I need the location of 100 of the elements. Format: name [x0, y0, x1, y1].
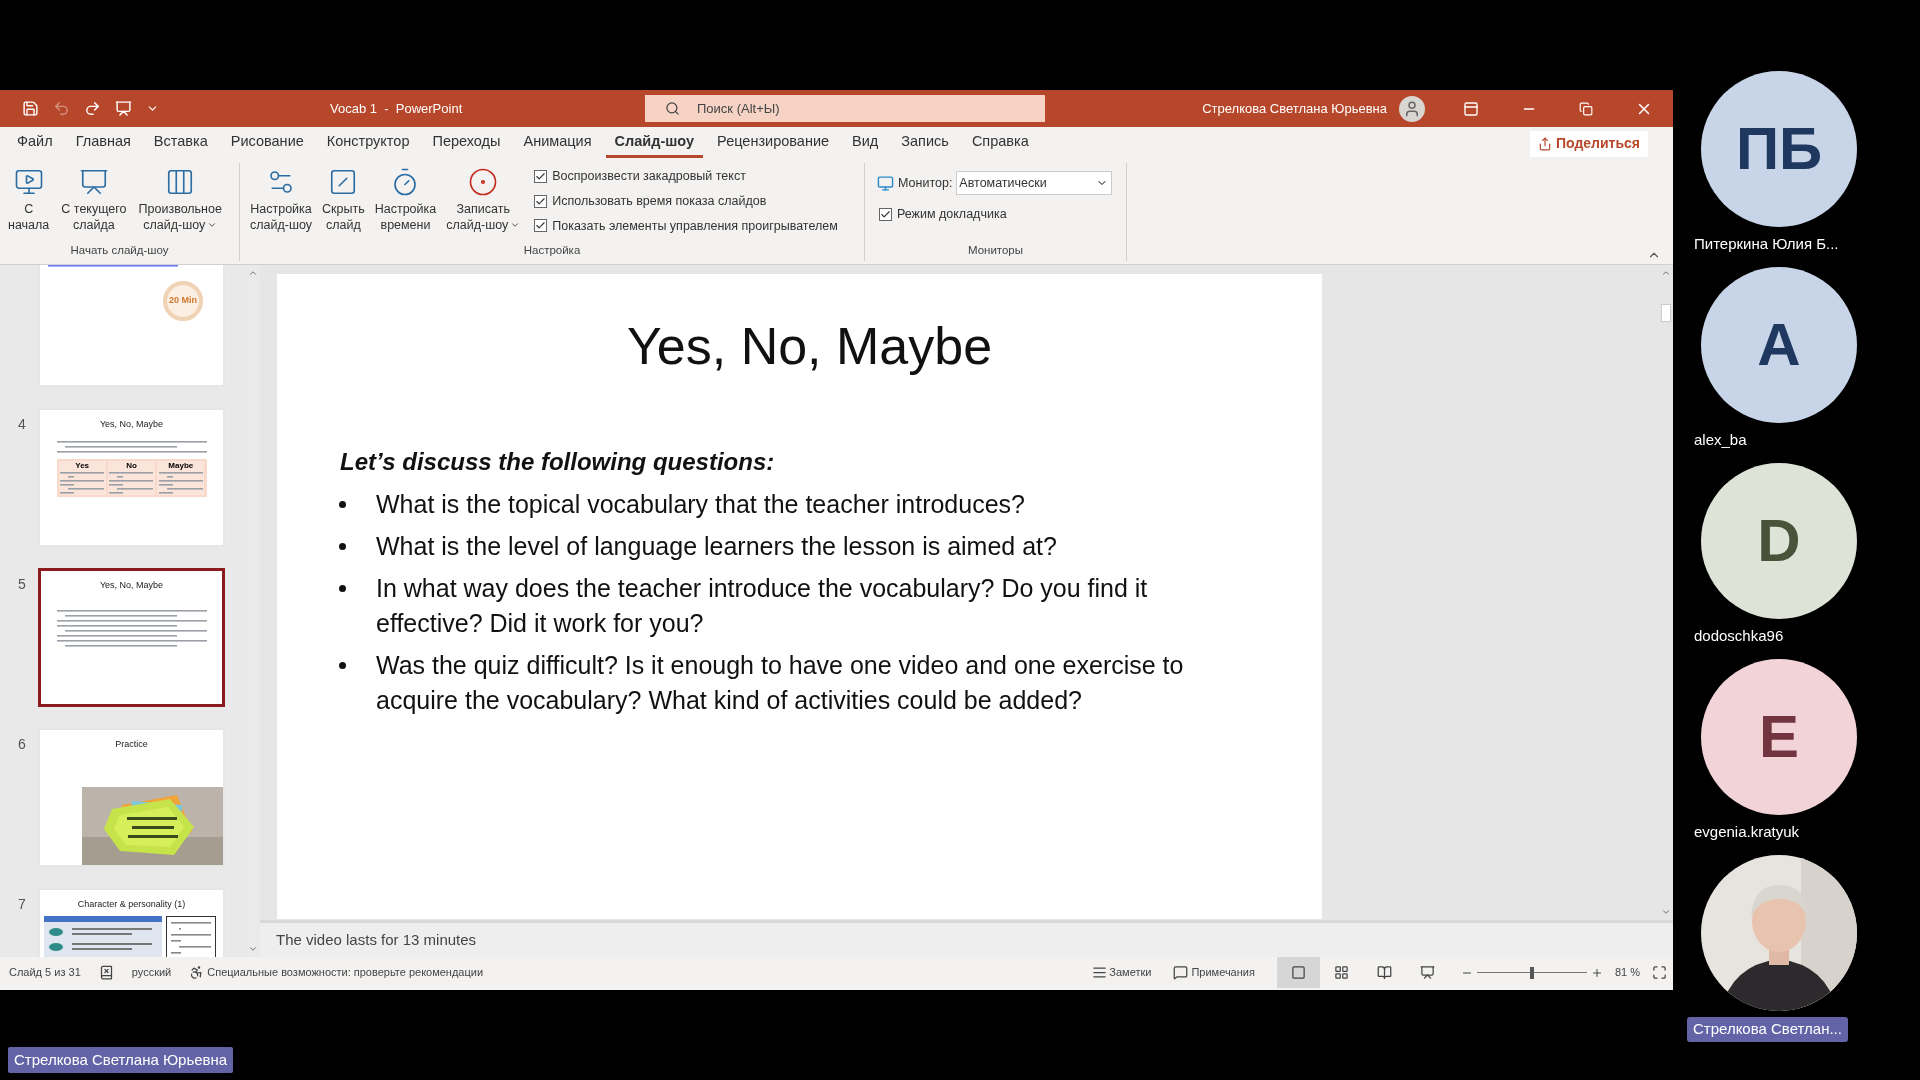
- grid-icon: [1333, 965, 1349, 980]
- ribbon-button[interactable]: С текущего слайда: [57, 163, 131, 242]
- slide-number: 4: [18, 416, 26, 432]
- share-button[interactable]: Поделиться: [1529, 130, 1648, 157]
- participant-name: dodoschka96: [1694, 626, 1784, 646]
- comment-icon: [1173, 965, 1189, 980]
- zoom-slider[interactable]: [1476, 965, 1587, 980]
- monitor-dropdown[interactable]: Автоматически: [956, 171, 1113, 195]
- user-name: Стрелкова Светлана Юрьевна: [1202, 99, 1387, 118]
- bullet-text: What is the topical vocabulary that the teacher introduces?: [376, 489, 1026, 520]
- scroll-up-icon[interactable]: [1660, 268, 1671, 278]
- presentation-icon[interactable]: [115, 100, 132, 117]
- slide-number: 7: [18, 896, 26, 912]
- search-icon: [665, 101, 680, 116]
- menu-tab[interactable]: Конструктор: [317, 129, 419, 158]
- ribbon-display-icon[interactable]: [1463, 100, 1479, 117]
- monitor-icon: [877, 174, 894, 192]
- avatar-initials: D: [1757, 506, 1801, 576]
- menu-tab[interactable]: Переходы: [423, 129, 510, 158]
- view-button[interactable]: [1276, 957, 1320, 988]
- menu-tab[interactable]: Рецензирование: [708, 129, 839, 158]
- accessibility-status[interactable]: Специальные возможности: проверьте рекомендации: [207, 964, 484, 981]
- menu-tab[interactable]: Слайд-шоу: [605, 129, 704, 158]
- share-icon: [1537, 136, 1552, 151]
- ribbon-button[interactable]: Произвольное слайд-шоу: [134, 163, 226, 242]
- slide-counter: Слайд 5 из 31: [9, 965, 81, 981]
- zoom-level[interactable]: 81 %: [1614, 964, 1640, 981]
- redo-icon[interactable]: [84, 100, 101, 117]
- slide-thumbnail[interactable]: Character & personality (1): [38, 888, 225, 957]
- menu-tab[interactable]: Главная: [66, 129, 140, 158]
- checkbox[interactable]: [534, 219, 548, 233]
- group-label: Начать слайд-шоу: [69, 242, 170, 258]
- participant-name: evgenia.kratyuk: [1694, 822, 1800, 842]
- scroll-down-icon[interactable]: [1660, 907, 1671, 917]
- menu-tab[interactable]: Запись: [892, 129, 958, 158]
- checkbox[interactable]: [534, 169, 548, 183]
- ribbon-button[interactable]: Скрыть слайд: [318, 163, 369, 242]
- avatar-initials: A: [1757, 310, 1801, 380]
- scroll-up-icon[interactable]: [247, 268, 258, 278]
- caret-icon: [207, 220, 218, 230]
- slide-thumbnail[interactable]: Yes, No, Maybe: [38, 568, 225, 707]
- scroll-thumb[interactable]: [1660, 303, 1671, 322]
- scrollbar[interactable]: [245, 265, 260, 957]
- restore-icon[interactable]: [1579, 101, 1593, 116]
- bullet-text: In what way does the teacher introduce the vocabulary? Do you find it effective? Did it work for you?: [376, 573, 1149, 639]
- participant-name: Питеркина Юлия Б...: [1694, 234, 1839, 254]
- notes-button[interactable]: Заметки: [1092, 964, 1152, 981]
- fit-to-window-icon[interactable]: [1652, 965, 1667, 980]
- zoom-thumb[interactable]: [1529, 966, 1534, 979]
- avatar-initials: ПБ: [1735, 114, 1823, 184]
- checkbox-label: Режим докладчика: [897, 206, 1007, 223]
- ribbon-button[interactable]: С начала: [4, 163, 54, 242]
- thumbnail-title: Practice: [115, 738, 148, 751]
- thumbnail-title: Yes, No, Maybe: [99, 418, 164, 431]
- menu-tab[interactable]: Справка: [962, 129, 1038, 158]
- language-label[interactable]: русский: [131, 964, 172, 981]
- menu-tab[interactable]: Вид: [843, 129, 888, 158]
- table-header: Maybe: [168, 460, 194, 471]
- thumbnail-title: Character & personality (1): [77, 898, 186, 911]
- checkbox[interactable]: [879, 207, 892, 221]
- checkbox[interactable]: [534, 194, 548, 208]
- text-lines-drawing: [60, 470, 105, 495]
- user-avatar[interactable]: [1399, 95, 1425, 122]
- checkbox-label: Использовать время показа слайдов: [552, 192, 767, 210]
- slide-icon: [1290, 965, 1306, 980]
- search-field[interactable]: Поиск (Alt+Ы): [645, 95, 1045, 122]
- avatar-initials: E: [1759, 702, 1799, 772]
- presentation-icon: [1419, 965, 1435, 980]
- menu-tab[interactable]: Рисование: [221, 129, 313, 158]
- zoom-in-icon[interactable]: [1590, 966, 1603, 979]
- table-header: Yes: [75, 460, 90, 471]
- slide-number: 6: [18, 736, 26, 752]
- slide-thumbnail[interactable]: Practice: [38, 728, 225, 867]
- window-title: Vocab 1 - PowerPoint: [330, 99, 464, 118]
- bullet-text: What is the level of language learners the lesson is aimed at?: [376, 531, 1058, 562]
- table-header: No: [126, 460, 137, 471]
- ribbon-button[interactable]: Записать слайд-шоу: [442, 163, 525, 242]
- slide-thumbnail[interactable]: Yes, No, Maybe Yes No Maybe: [38, 408, 225, 547]
- text-lines-drawing: [109, 470, 154, 495]
- comments-button[interactable]: Примечания: [1173, 964, 1255, 981]
- checkbox-label: Показать элементы управления проигрывателем: [552, 217, 838, 235]
- menu-tab[interactable]: Вставка: [144, 129, 217, 158]
- bullet-icon: [339, 662, 346, 669]
- scroll-down-icon[interactable]: [247, 944, 258, 954]
- speaker-notes[interactable]: The video lasts for 13 minutes: [276, 928, 477, 952]
- bullet-icon: [339, 543, 346, 550]
- slide-title: Yes, No, Maybe: [625, 316, 993, 376]
- presenter-name: Стрелкова Светлана Юрьевна: [8, 1046, 234, 1073]
- notes-icon: [1092, 965, 1108, 980]
- thumbnail-title: Yes, No, Maybe: [99, 579, 164, 592]
- spelling-icon[interactable]: [98, 965, 114, 980]
- menu-tab[interactable]: Анимация: [514, 129, 601, 158]
- caret-icon: [510, 220, 521, 230]
- menu-tab[interactable]: Файл: [8, 129, 62, 158]
- save-icon[interactable]: [22, 100, 39, 117]
- ribbon-button[interactable]: Настройка времени: [370, 163, 441, 242]
- participant-name: alex_ba: [1694, 430, 1747, 450]
- slide-lead: Let’s discuss the following questions:: [340, 447, 776, 477]
- ribbon-button[interactable]: Настройка слайд-шоу: [246, 163, 317, 242]
- book-icon: [1376, 965, 1392, 980]
